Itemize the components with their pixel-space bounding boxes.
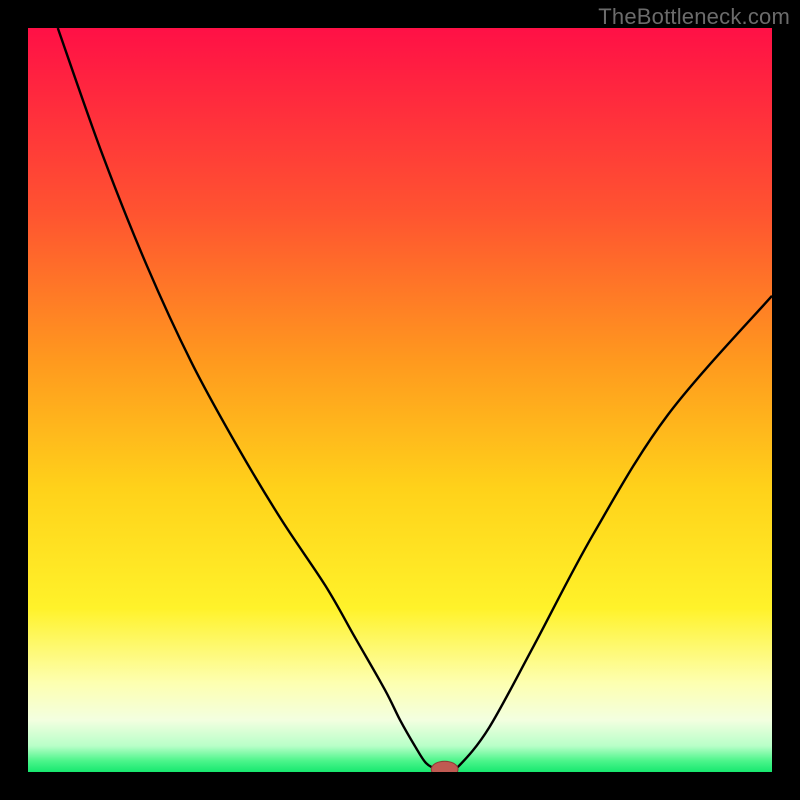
plot-area <box>28 28 772 772</box>
watermark-text: TheBottleneck.com <box>598 4 790 30</box>
chart-frame: TheBottleneck.com <box>0 0 800 800</box>
chart-svg <box>28 28 772 772</box>
gradient-background <box>28 28 772 772</box>
